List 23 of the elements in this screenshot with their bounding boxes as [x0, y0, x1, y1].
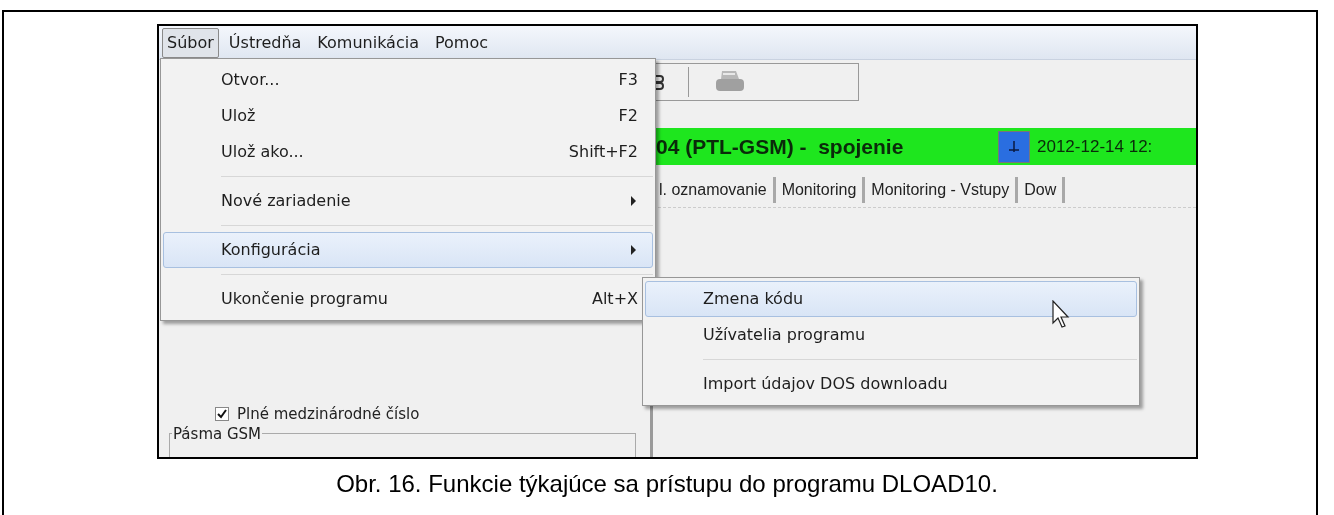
date-time: 2012-12-14 12: [1036, 135, 1153, 158]
menu-item[interactable]: Nové zariadenie [163, 183, 653, 219]
mouse-cursor-icon [1052, 300, 1070, 328]
menu-item[interactable]: Otvor... F3 [163, 62, 653, 98]
menu-item[interactable]: Užívatelia programu [645, 317, 1137, 353]
toolbar-icon[interactable] [656, 73, 664, 91]
menu-item[interactable]: Ulož ako... Shift+F2 [163, 134, 653, 170]
menu-item[interactable]: Import údajov DOS downloadu [645, 366, 1137, 402]
menu-item[interactable]: Súbor [162, 27, 219, 58]
menu-item[interactable]: Ulož F2 [163, 98, 653, 134]
figure-caption: Obr. 16. Funkcie týkajúce sa prístupu do programu DLOAD10. [336, 469, 998, 499]
tab[interactable]: Monitoring [775, 177, 866, 203]
clock-button[interactable] [998, 130, 1030, 163]
checkbox[interactable] [215, 406, 229, 421]
menu-item[interactable]: Ústredňa [222, 27, 308, 58]
menu-item[interactable]: Konfigurácia [163, 232, 653, 268]
connection-status: 04 (PTL-GSM) - spojenie [655, 133, 905, 160]
tab[interactable]: Monitoring - Vstupy [865, 177, 1019, 203]
menu-item[interactable]: Pomoc [428, 27, 494, 58]
menu-item[interactable]: Zmena kódu [645, 281, 1137, 317]
menu-item[interactable]: Komunikácia [311, 27, 425, 58]
tab[interactable]: Dow [1018, 177, 1066, 203]
checkbox-label: Plné medzinárodné číslo [237, 403, 420, 425]
